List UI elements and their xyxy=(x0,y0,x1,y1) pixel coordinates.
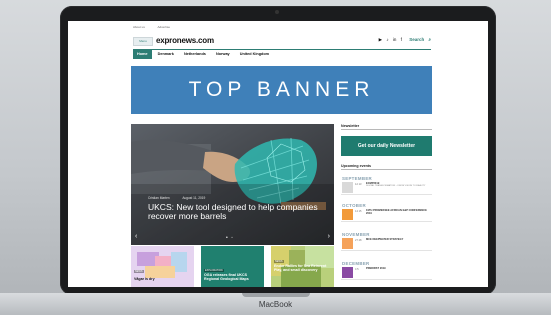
card-title[interactable]: OGA releases final UKCS Regional Geologi… xyxy=(204,273,261,281)
youtube-icon[interactable]: ▶ xyxy=(379,37,382,42)
top-banner[interactable]: TOP BANNER xyxy=(131,66,432,114)
sidebar: Newsletter Get our daily Newsletter Upco… xyxy=(341,124,432,287)
event-title[interactable]: MCE DEEPWATER STRATEGY xyxy=(366,238,430,241)
card-title[interactable]: Vågar is dry xyxy=(134,277,191,281)
event-date: 14 15 xyxy=(355,210,362,213)
twitter-icon[interactable]: ♪ xyxy=(386,37,388,42)
nav-item-united-kingdom[interactable]: United Kingdom xyxy=(236,50,273,59)
news-card-3[interactable]: NEWS Endur Rallies for Sea Reinvent Play… xyxy=(271,246,334,287)
card-tag: NEWS xyxy=(134,270,144,273)
newsletter-heading: Newsletter xyxy=(341,124,432,130)
hero-carousel[interactable]: Cristian Marten August 11, 2019 UKCS: Ne… xyxy=(131,124,334,245)
menu-button[interactable]: Menu xyxy=(133,37,153,46)
search-button[interactable]: Search ⌕ xyxy=(406,37,431,42)
newsletter-button[interactable]: Get our daily Newsletter xyxy=(341,136,432,156)
news-card-1[interactable]: NEWS Vågar is dry xyxy=(131,246,194,287)
event-date: 12 13 xyxy=(355,183,362,186)
event-item[interactable]: 14 15 19TH PROMEKSEE AFRICAN E&P CONFERE… xyxy=(341,208,432,222)
news-card-2[interactable]: EXPLORATION OGA releases final UKCS Regi… xyxy=(201,246,264,287)
hero-title[interactable]: UKCS: New tool designed to help companie… xyxy=(148,203,318,221)
event-item[interactable]: 4 5 PREDIRST 2019 xyxy=(341,266,432,280)
hero-date: August 11, 2019 xyxy=(182,196,206,200)
event-title[interactable]: 19TH PROMEKSEE AFRICAN E&P CONFERENCE 20… xyxy=(366,209,430,215)
carousel-dots[interactable]: • ◦ xyxy=(226,235,234,241)
nav-item-netherlands[interactable]: Netherlands xyxy=(180,50,210,59)
camera-dot xyxy=(275,10,279,14)
hero-author[interactable]: Cristian Marten xyxy=(148,196,170,200)
news-cards: NEWS Vågar is dry EXPLORATION OGA releas… xyxy=(131,246,334,287)
events-heading: Upcoming events xyxy=(341,164,432,170)
event-thumbnail xyxy=(342,238,353,249)
top-link-about[interactable]: About us xyxy=(133,25,145,29)
base-notch xyxy=(242,293,310,297)
event-title[interactable]: PREDIRST 2019 xyxy=(366,267,430,270)
nav-item-denmark[interactable]: Denmark xyxy=(154,50,178,59)
event-subtitle: DIGITAL TRANSFORMATION – FROM VISION TO … xyxy=(366,185,426,187)
nav-item-norway[interactable]: Norway xyxy=(212,50,234,59)
social-icons: ▶ ♪ in f Search ⌕ xyxy=(376,37,431,43)
top-link-advertise[interactable]: Advertise xyxy=(158,25,171,29)
top-links: About us Advertise xyxy=(133,25,182,29)
search-icon: ⌕ xyxy=(428,37,431,42)
chevron-left-icon[interactable]: ‹ xyxy=(135,233,137,240)
card-title[interactable]: Endur Rallies for Sea Reinvent Play, and… xyxy=(274,264,331,272)
linkedin-icon[interactable]: in xyxy=(393,37,397,42)
card-tag: NEWS xyxy=(274,260,284,263)
menu-label: Menu xyxy=(139,39,147,43)
facebook-icon[interactable]: f xyxy=(401,37,402,42)
event-thumbnail xyxy=(342,209,353,220)
event-date: 27 28 xyxy=(355,239,362,242)
chevron-right-icon[interactable]: › xyxy=(328,233,330,240)
hero-image xyxy=(131,124,334,245)
event-date: 4 5 xyxy=(355,268,359,271)
nav-item-home[interactable]: Home xyxy=(133,50,152,59)
main-nav: Home Denmark Netherlands Norway United K… xyxy=(133,50,274,59)
site-header: Menu expronews.com ▶ ♪ in f Search ⌕ xyxy=(133,36,431,48)
site-logo[interactable]: expronews.com xyxy=(156,36,214,45)
laptop-screen: About us Advertise Menu expronews.com ▶ … xyxy=(68,21,488,287)
device-label: MacBook xyxy=(258,300,293,309)
event-item[interactable]: 12 13 ECMP2019 DIGITAL TRANSFORMATION – … xyxy=(341,181,432,195)
event-thumbnail xyxy=(342,182,353,193)
event-thumbnail xyxy=(342,267,353,278)
search-label: Search xyxy=(409,37,425,42)
event-item[interactable]: 27 28 MCE DEEPWATER STRATEGY xyxy=(341,237,432,251)
hero-meta: Cristian Marten August 11, 2019 xyxy=(148,196,217,200)
card-tag: EXPLORATION xyxy=(204,269,224,272)
